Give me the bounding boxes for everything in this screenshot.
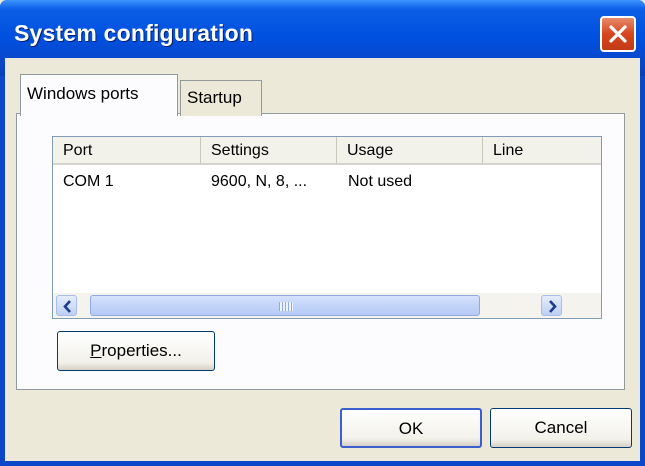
cell-port: COM 1 xyxy=(63,173,114,190)
tab-label: Startup xyxy=(187,88,242,107)
scroll-right-arrow-icon xyxy=(549,300,557,313)
thumb-grip xyxy=(279,302,293,311)
ok-button[interactable]: OK xyxy=(340,408,482,448)
column-header-line[interactable]: Line xyxy=(483,137,601,163)
cancel-label: Cancel xyxy=(534,418,588,437)
scrollbar-thumb[interactable] xyxy=(90,295,480,316)
properties-label: roperties... xyxy=(101,341,182,360)
properties-access-key: P xyxy=(90,341,102,360)
cell-usage: Not used xyxy=(348,173,413,190)
scroll-left-arrow-icon xyxy=(63,300,71,313)
properties-button[interactable]: Properties... xyxy=(57,331,215,371)
tab-label: Windows ports xyxy=(27,84,139,103)
list-header: Port Settings Usage Line xyxy=(53,137,601,165)
ok-label: OK xyxy=(398,419,424,438)
cancel-button[interactable]: Cancel xyxy=(490,408,632,448)
scroll-left-button[interactable] xyxy=(56,295,77,316)
scroll-right-button[interactable] xyxy=(541,295,562,316)
column-header-settings[interactable]: Settings xyxy=(201,137,337,163)
close-x-icon xyxy=(609,25,627,43)
close-button[interactable] xyxy=(600,16,636,52)
tab-windows-ports[interactable]: Windows ports xyxy=(20,74,178,116)
window-title: System configuration xyxy=(14,20,254,46)
cell-settings: 9600, N, 8, ... xyxy=(211,173,308,190)
column-header-port[interactable]: Port xyxy=(53,137,201,163)
tab-startup[interactable]: Startup xyxy=(180,80,262,116)
horizontal-scrollbar[interactable] xyxy=(53,293,601,318)
ports-list[interactable]: Port Settings Usage Line COM 1 9600, N, … xyxy=(52,136,602,319)
table-row[interactable]: COM 1 9600, N, 8, ... Not used xyxy=(53,167,601,193)
column-header-usage[interactable]: Usage xyxy=(337,137,483,163)
